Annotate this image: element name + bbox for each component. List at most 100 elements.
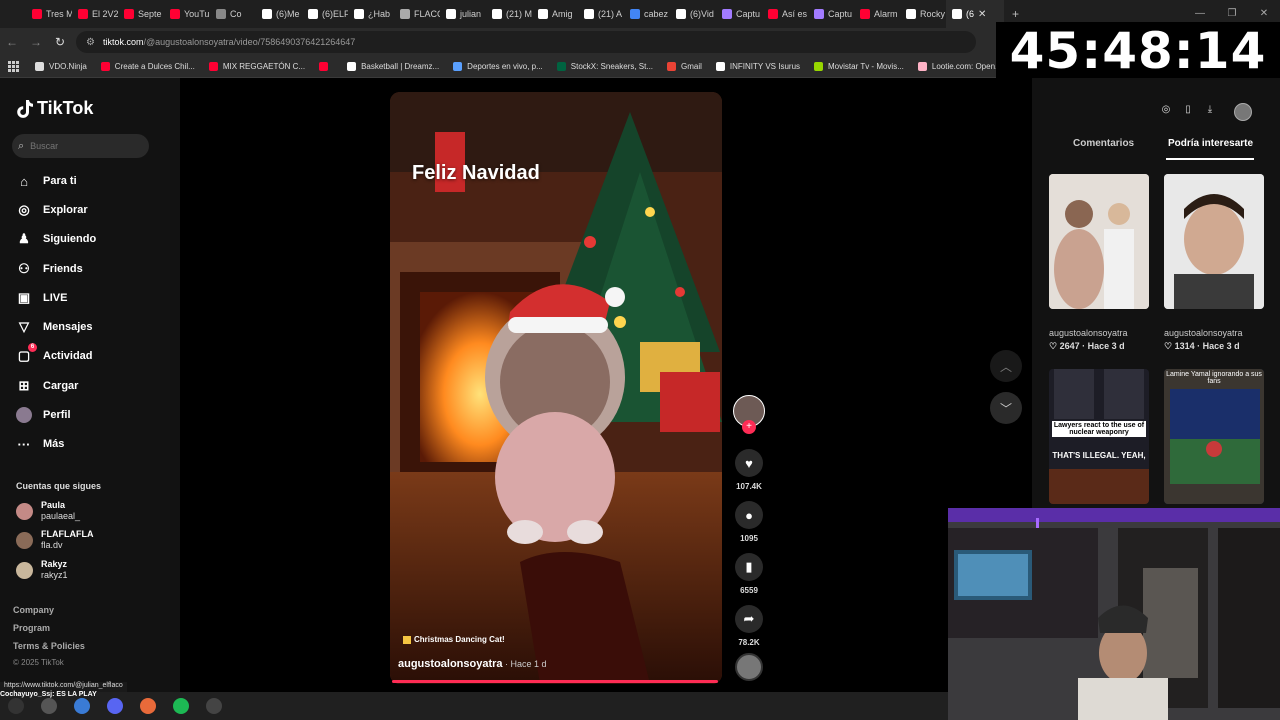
reload-icon[interactable]: ↻ <box>48 35 72 49</box>
bookmark-item[interactable]: Gmail <box>667 62 702 71</box>
site-info-icon[interactable]: ⚙ <box>86 37 95 48</box>
browser-tab[interactable]: El 2V2 <box>72 0 118 28</box>
bookmark-favicon <box>715 62 725 71</box>
browser-tab[interactable]: Amig <box>532 0 578 28</box>
back-icon[interactable]: ← <box>0 35 24 49</box>
recommended-video-thumb[interactable] <box>1049 174 1149 309</box>
browser-tab[interactable]: Así es <box>762 0 808 28</box>
nav-item-explorar[interactable]: ◎ Explorar <box>16 202 87 218</box>
compass-icon[interactable]: ◎ <box>1160 104 1172 118</box>
browser-tab[interactable]: julian <box>440 0 486 28</box>
browser-tab[interactable]: (21) A <box>578 0 624 28</box>
like-button[interactable]: ♥ 107.4K <box>733 449 765 491</box>
bookmark-item[interactable]: Movistar Tv - Movis... <box>814 62 904 71</box>
browser-tab[interactable]: ¿Hab <box>348 0 394 28</box>
taskbar-app-icon[interactable] <box>41 698 57 714</box>
browser-tab[interactable]: YouTu <box>164 0 210 28</box>
bookmark-item[interactable]: StockX: Sneakers, St... <box>556 62 653 71</box>
nav-item-m-s[interactable]: ··· Más <box>16 436 65 452</box>
new-tab-button[interactable]: + <box>1012 7 1019 21</box>
close-tab-icon[interactable]: ✕ <box>978 9 986 20</box>
search-box[interactable]: ⌕ <box>12 134 149 158</box>
bookmark-label: MIX REGGAETÓN C... <box>222 62 306 71</box>
tab-recommended[interactable]: Podría interesarte <box>1168 138 1253 149</box>
recommended-video-thumb[interactable]: Lamine Yamal ignorando a sus fans <box>1164 369 1264 504</box>
save-button[interactable]: ▮ 6559 <box>733 553 765 595</box>
next-video-button[interactable]: ﹀ <box>990 392 1022 424</box>
discord-icon[interactable] <box>107 698 123 714</box>
nav-item-live[interactable]: ▣ LIVE <box>16 290 68 306</box>
nav-item-friends[interactable]: ⚇ Friends <box>16 261 83 277</box>
obs-icon[interactable] <box>206 698 222 714</box>
video-author[interactable]: augustoalonsoyatra · Hace 1 d <box>398 658 547 670</box>
bookmark-item[interactable]: INFINITY VS Isurus <box>715 62 800 71</box>
nav-item-mensajes[interactable]: ▽ Mensajes <box>16 319 93 335</box>
recommended-video-thumb[interactable]: Lawyers react to the use of nuclear weap… <box>1049 369 1149 504</box>
download-icon[interactable]: ⤓ <box>1204 104 1216 118</box>
tab-comments[interactable]: Comentarios <box>1073 138 1134 149</box>
browser-tab[interactable]: Tres M <box>26 0 72 28</box>
nav-item-perfil[interactable]: Perfil <box>16 407 71 423</box>
browser-tab[interactable]: (21) M <box>486 0 532 28</box>
share-button[interactable]: ➦ 78.2K <box>733 605 765 647</box>
thumb-username[interactable]: augustoalonsoyatra <box>1049 328 1128 338</box>
bookmark-item[interactable]: VDO.Ninja <box>35 62 87 71</box>
nav-item-actividad[interactable]: ▢ 6 Actividad <box>16 343 93 364</box>
thumb-age: Hace 3 d <box>1087 341 1125 351</box>
previous-video-button[interactable]: ︿ <box>990 350 1022 382</box>
bookmark-item[interactable]: Basketball | Dreamz... <box>347 62 439 71</box>
footer-link[interactable]: Terms & Policies <box>13 641 85 651</box>
browser-tab[interactable]: (6)Me <box>256 0 302 28</box>
follow-plus-icon[interactable]: + <box>742 420 756 434</box>
nav-label: Perfil <box>43 409 71 421</box>
avatar <box>16 502 33 520</box>
recommended-video-thumb[interactable] <box>1164 174 1264 309</box>
url-field[interactable]: ⚙ tiktok.com/@augustoalonsoyatra/video/7… <box>76 31 976 53</box>
search-input[interactable] <box>30 141 131 151</box>
bookmark-favicon <box>814 62 824 71</box>
browser-tab[interactable]: Co <box>210 0 256 28</box>
followed-account[interactable]: FLAFLAFLA fla.dv <box>16 529 93 551</box>
browser-tab[interactable]: Captu <box>808 0 854 28</box>
browser-icon[interactable] <box>140 698 156 714</box>
bookmark-item[interactable] <box>319 62 333 71</box>
browser-tab[interactable]: cabez <box>624 0 670 28</box>
thumb-username[interactable]: augustoalonsoyatra <box>1164 328 1243 338</box>
nav-item-para-ti[interactable]: ⌂ Para ti <box>16 173 77 189</box>
browser-tab[interactable]: Rocky <box>900 0 946 28</box>
account-name: Paula <box>41 500 66 510</box>
start-icon[interactable] <box>8 698 24 714</box>
footer-link[interactable]: Program <box>13 623 50 633</box>
footer-link[interactable]: Company <box>13 605 54 615</box>
chrome-icon[interactable] <box>74 698 90 714</box>
profile-avatar[interactable] <box>1234 103 1252 121</box>
nav-item-siguiendo[interactable]: ♟ Siguiendo <box>16 231 96 247</box>
spotify-icon[interactable] <box>173 698 189 714</box>
followed-account[interactable]: Paula paulaeal_ <box>16 500 80 522</box>
browser-tab[interactable]: Septe <box>118 0 164 28</box>
creator-avatar-button[interactable]: + <box>733 395 765 434</box>
url-path: /@augustoalonsoyatra/video/7586490376421… <box>143 37 356 47</box>
phone-icon[interactable]: ▯ <box>1182 104 1194 118</box>
bookmark-item[interactable]: Deportes en vivo, p... <box>453 62 543 71</box>
browser-tab[interactable]: FLACC <box>394 0 440 28</box>
bookmark-item[interactable]: Lootie.com: Open... <box>917 62 1002 71</box>
bookmark-item[interactable]: MIX REGGAETÓN C... <box>208 62 306 71</box>
live-icon: ▣ <box>17 290 31 305</box>
browser-tab[interactable]: (6)Vid <box>670 0 716 28</box>
thumb-image <box>1049 174 1149 309</box>
browser-tab[interactable]: Alarm <box>854 0 900 28</box>
forward-icon[interactable]: → <box>24 35 48 49</box>
browser-tab[interactable]: (6)ELF <box>302 0 348 28</box>
video-progress-bar[interactable] <box>392 680 718 683</box>
webcam-image <box>948 508 1280 720</box>
tab-label: Así es <box>782 9 808 19</box>
apps-grid-icon[interactable] <box>8 61 19 72</box>
nav-item-cargar[interactable]: ⊞ Cargar <box>16 378 79 394</box>
followed-account[interactable]: Rakyz rakyz1 <box>16 559 68 581</box>
sound-button[interactable] <box>733 653 765 681</box>
tiktok-logo[interactable]: TikTok <box>16 98 93 119</box>
comment-button[interactable]: ● 1095 <box>733 501 765 543</box>
bookmark-item[interactable]: Create a Dulces Chil... <box>100 62 195 71</box>
browser-tab[interactable]: Captu <box>716 0 762 28</box>
